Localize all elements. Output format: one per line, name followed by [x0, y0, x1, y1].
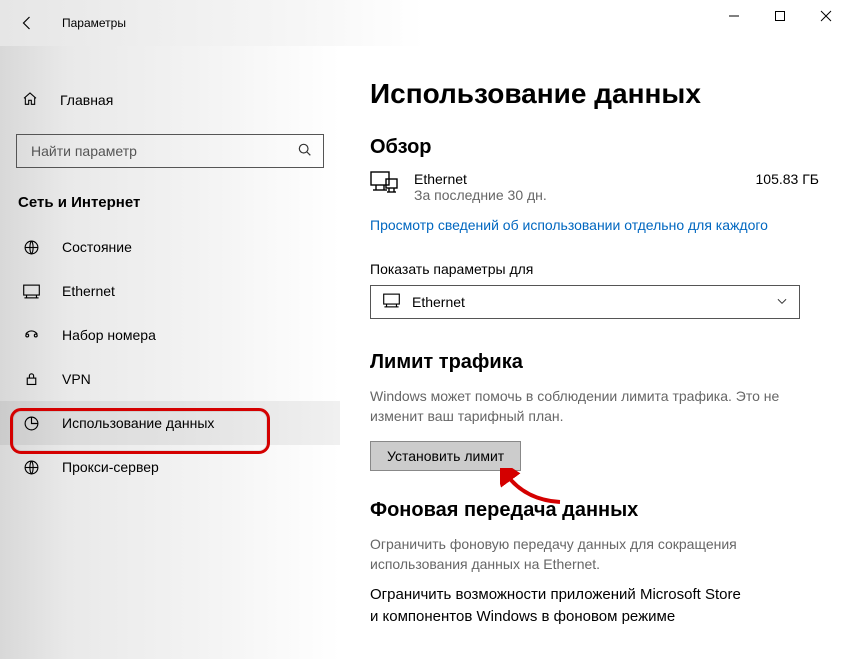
sidebar-item-label: Использование данных [62, 415, 214, 431]
sidebar-item-label: Ethernet [62, 283, 115, 299]
status-icon [22, 239, 40, 256]
sidebar-item-label: Прокси-сервер [62, 459, 159, 475]
window-controls [711, 0, 849, 32]
overview-row: Ethernet За последние 30 дн. 105.83 ГБ [370, 171, 819, 203]
network-name: Ethernet [414, 171, 547, 187]
network-icon [370, 171, 398, 198]
sidebar-item-label: Состояние [62, 239, 132, 255]
sidebar-item-ethernet[interactable]: Ethernet [0, 269, 340, 313]
vpn-icon [22, 371, 40, 388]
window-title: Параметры [62, 16, 126, 30]
dialup-icon [22, 327, 40, 344]
sidebar: Главная Сеть и Интернет Состояние Ethern… [0, 46, 340, 659]
sidebar-item-status[interactable]: Состояние [0, 225, 340, 269]
background-data-heading: Фоновая передача данных [370, 499, 819, 522]
set-limit-button[interactable]: Установить лимит [370, 441, 521, 471]
maximize-button[interactable] [757, 0, 803, 32]
network-usage: 105.83 ГБ [756, 171, 819, 187]
data-limit-heading: Лимит трафика [370, 351, 819, 374]
ethernet-icon [22, 284, 40, 299]
search-input[interactable] [29, 142, 297, 160]
sidebar-item-proxy[interactable]: Прокси-сервер [0, 445, 340, 489]
sidebar-menu: Состояние Ethernet Набор номера VPN [0, 225, 340, 489]
sidebar-item-label: Набор номера [62, 327, 156, 343]
network-period: За последние 30 дн. [414, 187, 547, 203]
data-usage-icon [22, 415, 40, 432]
sidebar-item-vpn[interactable]: VPN [0, 357, 340, 401]
minimize-button[interactable] [711, 0, 757, 32]
overview-heading: Обзор [370, 136, 819, 159]
back-button[interactable] [12, 7, 44, 39]
sidebar-item-dialup[interactable]: Набор номера [0, 313, 340, 357]
proxy-icon [22, 459, 40, 476]
sidebar-home-label: Главная [60, 92, 113, 108]
network-selector[interactable]: Ethernet [370, 285, 800, 319]
background-data-description: Ограничить фоновую передачу данных для с… [370, 534, 819, 575]
search-icon [297, 142, 313, 161]
data-limit-description: Windows может помочь в соблюдении лимита… [370, 386, 819, 427]
ethernet-icon [383, 293, 400, 311]
network-selector-value: Ethernet [412, 294, 763, 310]
search-box[interactable] [16, 134, 324, 168]
page-title: Использование данных [370, 78, 819, 110]
sidebar-category: Сеть и Интернет [0, 194, 340, 211]
home-icon [22, 91, 38, 110]
background-data-body: Ограничить возможности приложений Micros… [370, 584, 819, 628]
sidebar-home[interactable]: Главная [0, 82, 340, 118]
show-settings-for-label: Показать параметры для [370, 261, 819, 277]
chevron-down-icon [775, 294, 789, 311]
per-app-usage-link[interactable]: Просмотр сведений об использовании отдел… [370, 217, 768, 233]
sidebar-item-label: VPN [62, 371, 91, 387]
main-content: Использование данных Обзор Ethernet За п… [340, 46, 849, 659]
close-button[interactable] [803, 0, 849, 32]
sidebar-item-data-usage[interactable]: Использование данных [0, 401, 340, 445]
